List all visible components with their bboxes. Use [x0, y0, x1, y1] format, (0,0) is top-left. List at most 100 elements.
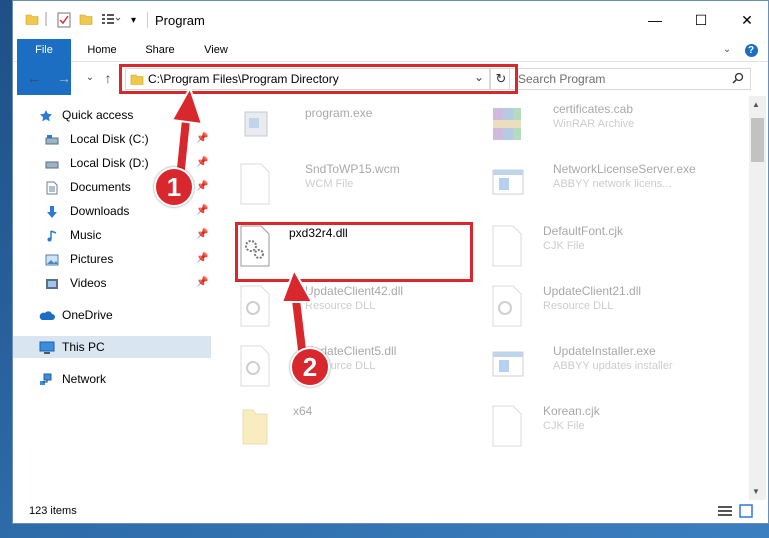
blank-file-icon [489, 404, 525, 448]
view-details-icon[interactable] [101, 12, 121, 30]
sidebar-item-label: This PC [62, 340, 105, 354]
minimize-button[interactable]: — [632, 1, 678, 39]
video-icon [45, 276, 59, 290]
cloud-icon [39, 308, 55, 322]
star-icon [39, 108, 53, 122]
pin-icon: 📌 [196, 157, 209, 168]
scroll-down-icon[interactable]: ▼ [752, 487, 760, 496]
file-item[interactable]: DefaultFont.cjk CJK File [465, 218, 695, 274]
up-button[interactable]: ↑ [99, 70, 117, 86]
vertical-scrollbar[interactable]: ▲ ▼ [749, 96, 766, 500]
blank-file-icon [489, 224, 525, 268]
explorer-window: ▾ Program — ☐ ✕ File Home Share View ⌄ ?… [12, 0, 769, 524]
window-title: Program [155, 13, 205, 28]
back-button[interactable]: ← [25, 70, 43, 86]
file-type: ABBYY updates installer [553, 360, 673, 372]
file-item[interactable]: NetworkLicenseServer.exe ABBYY network l… [465, 156, 696, 212]
sidebar-item-pictures[interactable]: Pictures 📌 [13, 248, 211, 270]
sidebar-item-label: OneDrive [62, 308, 113, 322]
exe-icon [237, 102, 273, 146]
properties-icon[interactable] [57, 12, 71, 30]
application-icon [489, 162, 525, 206]
tab-share[interactable]: Share [135, 39, 185, 61]
file-item[interactable]: program.exe [213, 96, 443, 152]
file-item[interactable]: UpdateClient42.dll Resource DLL [213, 278, 443, 334]
sidebar-item-label: Downloads [70, 204, 130, 218]
file-type: ABBYY network licens... [553, 178, 672, 190]
file-name: UpdateClient21.dll [543, 284, 642, 298]
file-name: UpdateClient42.dll [305, 284, 404, 298]
file-type: CJK File [543, 420, 585, 432]
help-icon[interactable]: ? [743, 39, 759, 61]
forward-button[interactable]: → [55, 70, 73, 86]
file-name: Korean.cjk [543, 404, 600, 418]
file-type: Resource DLL [543, 300, 614, 312]
sidebar-item-quick-access[interactable]: Quick access [13, 104, 211, 126]
pin-icon: 📌 [196, 181, 209, 192]
network-icon [39, 372, 53, 386]
status-bar: 123 items [13, 501, 768, 523]
large-icons-view-icon[interactable] [739, 504, 753, 521]
scroll-up-icon[interactable]: ▲ [752, 100, 760, 109]
close-button[interactable]: ✕ [724, 1, 769, 39]
sidebar-item-label: Pictures [70, 252, 114, 266]
application-icon [489, 344, 525, 388]
dll-gear-file-icon [237, 284, 273, 328]
sidebar-item-label: Music [70, 228, 102, 242]
details-view-icon[interactable] [717, 504, 733, 521]
drive-icon [45, 132, 59, 146]
file-item[interactable]: UpdateClient21.dll Resource DLL [465, 278, 695, 334]
sidebar-item-videos[interactable]: Videos 📌 [13, 272, 211, 294]
navigation-pane: Quick access Local Disk (C:) 📌 Local Dis… [13, 96, 211, 500]
dll-gear-file-icon [489, 284, 525, 328]
file-name: NetworkLicenseServer.exe [553, 162, 696, 176]
folder-icon [237, 404, 273, 448]
file-name: certificates.cab [553, 102, 634, 116]
sidebar-item-label: Local Disk (D:) [70, 156, 149, 170]
file-name: DefaultFont.cjk [543, 224, 624, 238]
folder-icon [25, 12, 39, 30]
file-item[interactable]: x64 [213, 398, 443, 454]
expand-ribbon-chevron-icon[interactable]: ⌄ [719, 39, 735, 61]
file-item[interactable]: SndToWP15.wcm WCM File [213, 156, 443, 212]
file-item[interactable]: certificates.cab WinRAR Archive [465, 96, 695, 152]
file-type: WinRAR Archive [553, 118, 635, 130]
pin-icon: 📌 [196, 253, 209, 264]
drive-icon [45, 156, 59, 170]
sidebar-item-this-pc[interactable]: This PC [13, 336, 211, 358]
tab-home[interactable]: Home [77, 39, 127, 61]
recent-locations-button[interactable]: ⌄ [81, 70, 99, 86]
maximize-button[interactable]: ☐ [678, 1, 724, 39]
sidebar-item-onedrive[interactable]: OneDrive [13, 304, 211, 326]
search-icon[interactable] [732, 72, 744, 87]
file-highlight-box [235, 222, 473, 282]
search-input[interactable]: Search Program [509, 68, 751, 90]
title-bar: ▾ Program — ☐ ✕ [13, 1, 768, 39]
customize-toolbar-chevron-icon[interactable]: ▾ [131, 12, 141, 30]
file-name: SndToWP15.wcm [305, 162, 400, 176]
pin-icon: 📌 [196, 205, 209, 216]
step-2-callout: 2 [290, 347, 330, 387]
winrar-archive-icon [489, 102, 525, 146]
file-type: Resource DLL [305, 300, 376, 312]
toolbar-divider [45, 12, 47, 26]
tab-view[interactable]: View [191, 39, 241, 61]
sidebar-item-network[interactable]: Network [13, 368, 211, 390]
ribbon-tabs: File Home Share View ⌄ ? [13, 39, 768, 95]
sidebar-item-local-disk-c[interactable]: Local Disk (C:) 📌 [13, 128, 211, 150]
new-folder-icon[interactable] [79, 12, 93, 30]
scrollbar-thumb[interactable] [751, 118, 764, 162]
file-type: WCM File [305, 178, 354, 190]
blank-file-icon [237, 162, 273, 206]
sidebar-item-music[interactable]: Music 📌 [13, 224, 211, 246]
file-name: UpdateInstaller.exe [553, 344, 656, 358]
help-glyph: ? [744, 44, 758, 57]
sidebar-item-label: Network [62, 372, 107, 386]
pin-icon: 📌 [196, 277, 209, 288]
toolbar-divider [147, 12, 148, 28]
file-item[interactable]: UpdateInstaller.exe ABBYY updates instal… [465, 338, 695, 394]
file-item[interactable]: Korean.cjk CJK File [465, 398, 695, 454]
computer-icon [39, 340, 55, 354]
file-type: CJK File [543, 240, 585, 252]
step-1-callout: 1 [154, 167, 194, 207]
